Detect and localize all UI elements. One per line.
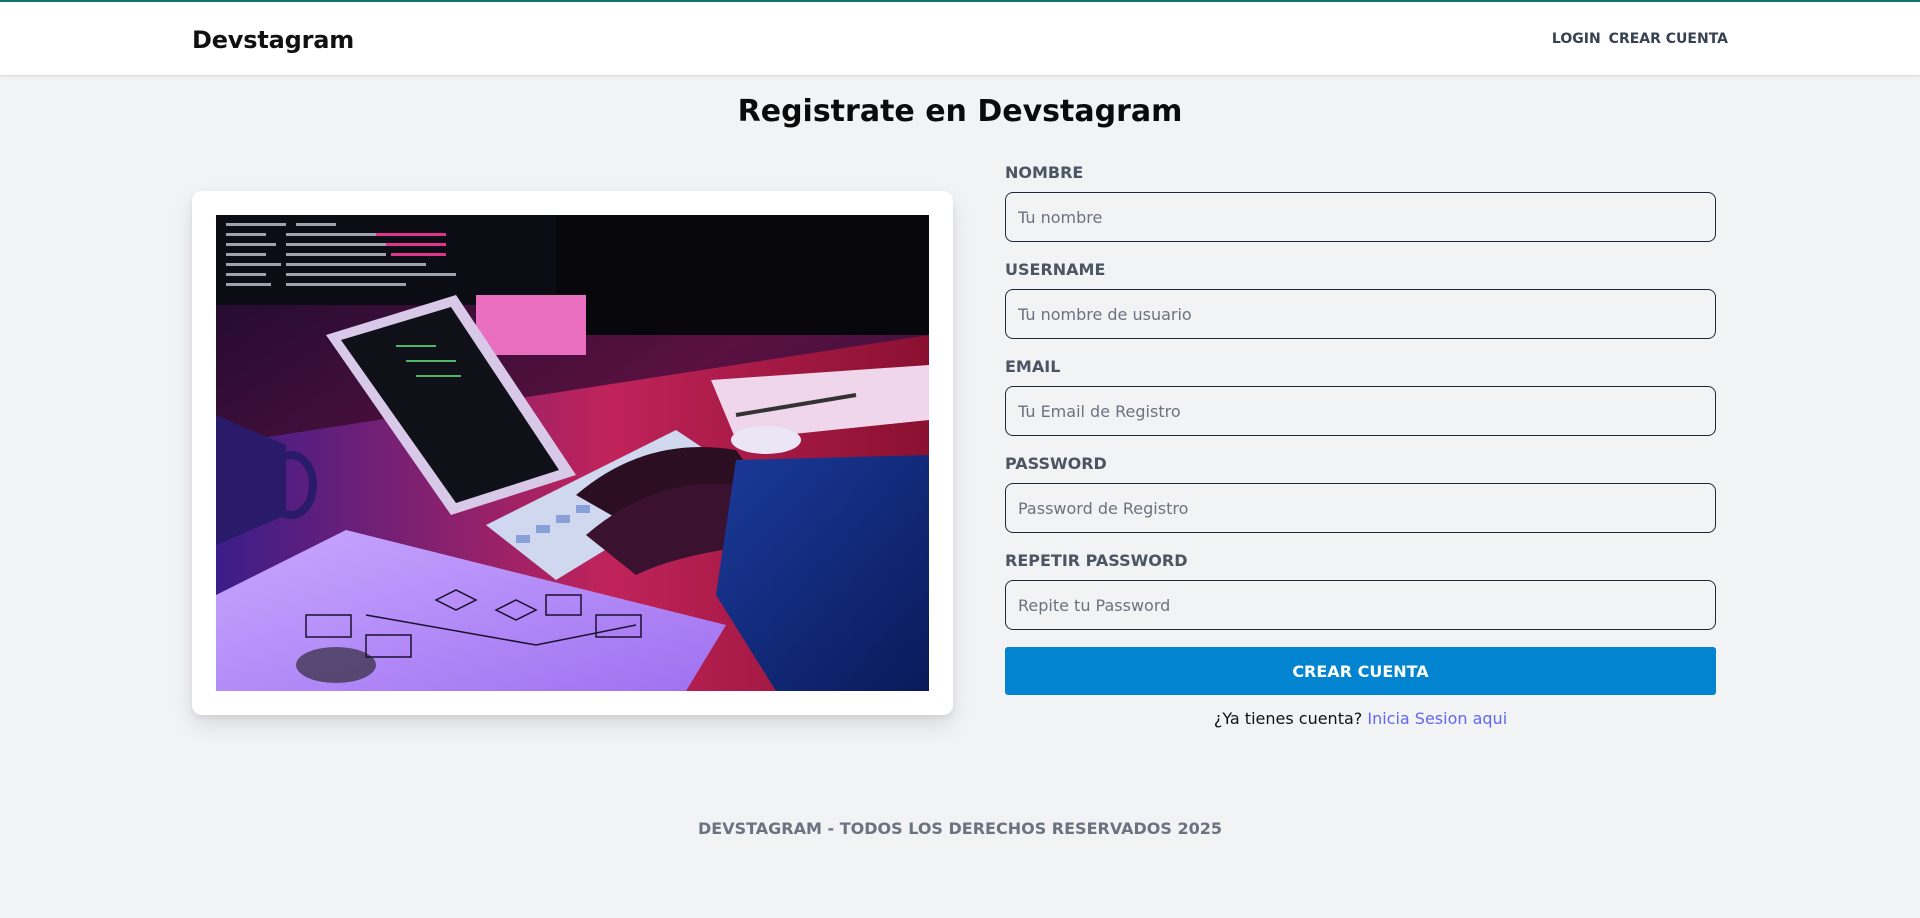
nombre-label: NOMBRE (1005, 163, 1084, 182)
password-label: PASSWORD (1005, 454, 1107, 473)
nav-login-link[interactable]: LOGIN (1552, 31, 1601, 47)
field-email: EMAIL (1005, 356, 1716, 436)
nav-register-link[interactable]: CREAR CUENTA (1609, 31, 1728, 47)
repeat-password-label: REPETIR PASSWORD (1005, 551, 1188, 570)
hero-image (216, 215, 929, 691)
email-input[interactable] (1005, 386, 1716, 436)
password-input[interactable] (1005, 483, 1716, 533)
field-username: USERNAME (1005, 259, 1716, 339)
nombre-input[interactable] (1005, 192, 1716, 242)
email-label: EMAIL (1005, 357, 1061, 376)
repeat-password-input[interactable] (1005, 580, 1716, 630)
login-prompt: ¿Ya tienes cuenta? Inicia Sesion aqui (1005, 709, 1716, 728)
logo[interactable]: Devstagram (192, 26, 354, 54)
field-repeat-password: REPETIR PASSWORD (1005, 550, 1716, 630)
create-account-button[interactable]: CREAR CUENTA (1005, 647, 1716, 695)
main-nav: LOGIN CREAR CUENTA (1552, 31, 1728, 47)
site-header: Devstagram LOGIN CREAR CUENTA (0, 2, 1920, 75)
login-link[interactable]: Inicia Sesion aqui (1367, 709, 1507, 728)
image-card (192, 191, 953, 715)
field-nombre: NOMBRE (1005, 162, 1716, 242)
register-form: NOMBRE USERNAME EMAIL PASSWORD REPETIR P… (1005, 162, 1716, 728)
username-label: USERNAME (1005, 260, 1106, 279)
username-input[interactable] (1005, 289, 1716, 339)
site-footer: DEVSTAGRAM - TODOS LOS DERECHOS RESERVAD… (697, 819, 1223, 838)
login-prompt-text: ¿Ya tienes cuenta? (1213, 709, 1363, 728)
field-password: PASSWORD (1005, 453, 1716, 533)
page-title: Registrate en Devstagram (737, 94, 1183, 129)
